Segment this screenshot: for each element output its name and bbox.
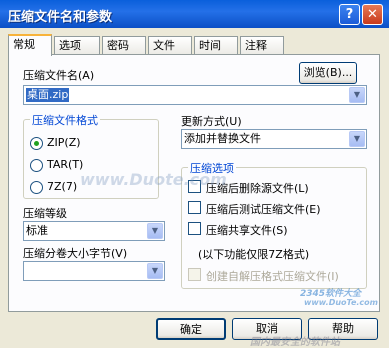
level-label: 压缩等级 bbox=[23, 207, 67, 220]
watermark-brand-url: www.DuoTe.com bbox=[304, 298, 378, 307]
tab-comment[interactable]: 注释 bbox=[240, 36, 284, 54]
archive-name-field[interactable]: 桌面.zip ▼ bbox=[23, 85, 367, 105]
watermark-bottom: 国内最安全的软件站 bbox=[250, 337, 340, 348]
tab-general[interactable]: 常规 bbox=[8, 34, 52, 56]
sfx-label: 创建自解压格式压缩文件(I) bbox=[206, 270, 339, 283]
update-mode-value: 添加并替换文件 bbox=[184, 132, 261, 145]
level-select[interactable]: 标准 ▼ bbox=[23, 221, 165, 241]
chevron-down-icon[interactable]: ▼ bbox=[147, 263, 163, 279]
level-value: 标准 bbox=[26, 224, 48, 237]
help-title-button[interactable]: ? bbox=[339, 4, 360, 25]
radio-tar[interactable] bbox=[30, 159, 43, 172]
tab-options[interactable]: 选项 bbox=[54, 36, 100, 54]
shared-files-checkbox[interactable] bbox=[188, 222, 201, 235]
update-mode-select[interactable]: 添加并替换文件 ▼ bbox=[181, 129, 367, 149]
tab-time[interactable]: 时间 bbox=[194, 36, 238, 54]
window-title: 压缩文件名和参数 bbox=[8, 10, 113, 25]
chevron-down-icon[interactable]: ▼ bbox=[349, 87, 365, 103]
test-archive-checkbox[interactable] bbox=[188, 201, 201, 214]
archive-name-label: 压缩文件名(A) bbox=[23, 69, 95, 82]
title-bar: 压缩文件名和参数 ? ✕ bbox=[0, 0, 389, 28]
close-button[interactable]: ✕ bbox=[362, 4, 383, 25]
radio-tar-label[interactable]: TAR(T) bbox=[47, 158, 83, 171]
test-archive-label[interactable]: 压缩后测试压缩文件(E) bbox=[206, 201, 321, 217]
shared-files-label[interactable]: 压缩共享文件(S) bbox=[206, 222, 288, 238]
ok-button[interactable]: 确定 bbox=[156, 318, 226, 340]
chevron-down-icon[interactable]: ▼ bbox=[349, 131, 365, 147]
radio-selected-dot bbox=[34, 141, 39, 146]
radio-zip-label[interactable]: ZIP(Z) bbox=[47, 136, 81, 149]
format-legend: 压缩文件格式 bbox=[30, 112, 100, 128]
tab-password[interactable]: 密码 bbox=[102, 36, 146, 54]
archive-name-value: 桌面.zip bbox=[26, 88, 70, 102]
7z-only-note: (以下功能仅限7Z格式) bbox=[198, 248, 310, 261]
tab-files[interactable]: 文件 bbox=[148, 36, 192, 54]
volume-label: 压缩分卷大小字节(V) bbox=[23, 247, 128, 260]
radio-7z-label[interactable]: 7Z(7) bbox=[47, 180, 77, 193]
update-mode-label: 更新方式(U) bbox=[181, 115, 242, 128]
chevron-down-icon[interactable]: ▼ bbox=[147, 223, 163, 239]
sfx-checkbox bbox=[188, 268, 201, 281]
radio-7z[interactable] bbox=[30, 181, 43, 194]
browse-button[interactable]: 浏览(B)... bbox=[299, 62, 357, 84]
volume-select[interactable]: ▼ bbox=[23, 261, 165, 281]
watermark-text: www.Duote.com bbox=[80, 170, 227, 189]
radio-zip[interactable] bbox=[30, 137, 43, 150]
